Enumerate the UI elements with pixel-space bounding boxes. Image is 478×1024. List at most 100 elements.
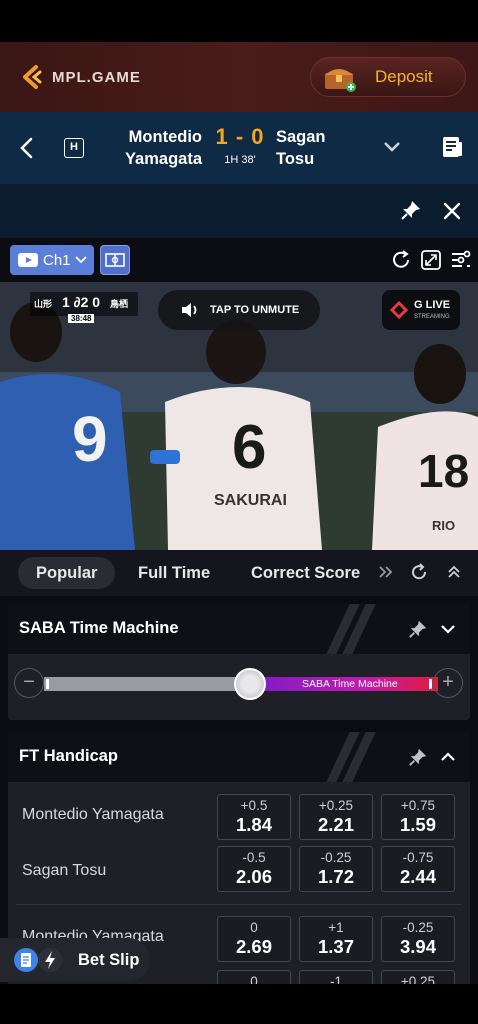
settings-sliders-icon[interactable] — [450, 250, 472, 270]
bet-slip-button[interactable]: Bet Slip — [0, 938, 150, 982]
jersey-name-right: RIO — [432, 518, 456, 533]
refresh-icon[interactable] — [390, 249, 412, 271]
g-live-badge: G LIVE STREAMING — [382, 290, 460, 330]
odds-price: 3.94 — [399, 936, 436, 957]
pin-icon[interactable] — [408, 747, 428, 767]
handicap-line: 0 — [250, 920, 258, 935]
handicap-line: +0.75 — [400, 798, 436, 813]
odds-button[interactable]: +0.5 1.84 — [217, 794, 291, 840]
odds-price: 1.59 — [399, 814, 436, 835]
odds-price: 1.84 — [235, 814, 272, 835]
overlay-clock: 38:48 — [68, 314, 95, 323]
away-team-name: Sagan Tosu — [276, 126, 326, 170]
back-arrow-icon[interactable] — [18, 136, 36, 160]
close-icon[interactable] — [442, 201, 462, 221]
match-header: H Montedio Yamagata 1 - 0 1H 38' Sagan T… — [0, 112, 478, 184]
g-live-sub-label: STREAMING — [414, 314, 450, 320]
handicap-line: +0.25 — [318, 798, 354, 813]
status-bar — [0, 0, 478, 42]
odds-price: 2.06 — [235, 866, 272, 887]
tap-to-unmute-button[interactable]: TAP TO UNMUTE — [158, 290, 320, 330]
unmute-label: TAP TO UNMUTE — [210, 304, 300, 316]
away-team-line1: Sagan — [276, 128, 326, 146]
pin-icon[interactable] — [400, 199, 422, 221]
jersey-number-center: 6 — [232, 413, 267, 482]
odds-button[interactable]: -0.25 1.72 — [299, 846, 373, 892]
live-video[interactable]: 9 6 SAKURAI 18 RIO 山形 1 ∂2 0 鳥栖 38:48 TA… — [0, 282, 478, 550]
reload-icon[interactable] — [410, 563, 428, 586]
team-label: Montedio Yamagata — [22, 806, 164, 823]
chevron-down-icon[interactable] — [440, 622, 456, 634]
chevron-up-icon[interactable] — [440, 750, 456, 762]
g-live-logo-icon — [390, 301, 408, 319]
overlay-away-team: 鳥栖 — [110, 299, 129, 309]
handicap-line: -0.5 — [242, 850, 266, 865]
jersey-number-right: 18 — [418, 445, 470, 497]
tab-popular[interactable]: Popular — [18, 557, 116, 589]
handicap-line: +0.5 — [240, 798, 268, 813]
tab-correct-score[interactable]: Correct Score — [233, 557, 369, 589]
pin-icon[interactable] — [408, 619, 428, 639]
time-machine-header[interactable]: SABA Time Machine — [8, 604, 470, 654]
scoreboard-icon[interactable] — [440, 134, 464, 160]
collapse-all-icon[interactable] — [446, 564, 462, 585]
bet-slip-icons — [12, 946, 64, 974]
handicap-line: -0.75 — [402, 850, 434, 865]
pitch-view-button[interactable] — [100, 245, 130, 275]
home-team-line2: Yamagata — [124, 150, 202, 168]
time-slider-handle[interactable] — [234, 668, 266, 700]
match-score: 1 - 0 — [215, 124, 265, 149]
odds-price: 1.72 — [317, 866, 354, 887]
mpl-logo-icon — [20, 64, 46, 90]
odds-price: 2.44 — [399, 866, 436, 887]
odds-button[interactable]: -0.25 3.94 — [381, 916, 455, 962]
handicap-line: -0.25 — [402, 920, 434, 935]
more-tabs-icon[interactable] — [378, 565, 394, 584]
time-machine-title: SABA Time Machine — [19, 619, 179, 637]
app-header: MPL.GAME Deposit — [0, 42, 478, 112]
channel-label: Ch1 — [43, 251, 71, 269]
time-slider-track[interactable] — [44, 677, 250, 691]
overlay-home-team: 山形 — [34, 299, 53, 309]
jersey-number-left: 9 — [72, 403, 108, 475]
odds-price: 2.69 — [235, 936, 272, 957]
odds-button[interactable]: +0.75 1.59 — [381, 794, 455, 840]
overlay-score: 1 ∂2 0 — [62, 294, 101, 310]
broadcast-score-overlay: 山形 1 ∂2 0 鳥栖 38:48 — [30, 292, 138, 323]
odds-button[interactable]: +1 1.37 — [299, 916, 373, 962]
jersey-name-center: SAKURAI — [214, 492, 287, 509]
fullscreen-icon[interactable] — [420, 249, 442, 271]
odds-button[interactable]: 0 2.69 — [217, 916, 291, 962]
speaker-icon — [182, 303, 197, 317]
bet-slip-label: Bet Slip — [78, 950, 140, 969]
time-machine-range-label: SABA Time Machine — [302, 678, 398, 690]
match-clock: 1H 38' — [224, 154, 256, 166]
home-team-line1: Montedio — [128, 128, 202, 146]
youtube-icon — [18, 253, 38, 267]
ft-handicap-header[interactable]: FT Handicap — [8, 732, 470, 782]
tab-full-time[interactable]: Full Time — [120, 557, 228, 589]
away-team-line2: Tosu — [276, 150, 315, 168]
system-nav-bar — [0, 984, 478, 1024]
treasure-chest-icon — [323, 63, 357, 92]
channel-select[interactable]: Ch1 — [10, 245, 94, 275]
odds-button[interactable]: -0.75 2.44 — [381, 846, 455, 892]
team-label: Sagan Tosu — [22, 862, 107, 879]
group-divider — [16, 904, 462, 905]
ft-handicap-title: FT Handicap — [19, 747, 119, 765]
deposit-button[interactable]: Deposit — [310, 57, 466, 97]
home-team-name: Montedio Yamagata — [125, 126, 202, 170]
deposit-label: Deposit — [375, 67, 433, 86]
odds-price: 1.37 — [317, 936, 354, 957]
handicap-line: +1 — [328, 920, 344, 935]
time-machine-range: SABA Time Machine — [250, 677, 438, 691]
odds-price: 2.21 — [317, 814, 354, 835]
brand-name: MPL.GAME — [52, 68, 141, 86]
zoom-in-button[interactable]: + — [433, 668, 463, 698]
odds-button[interactable]: -0.5 2.06 — [217, 846, 291, 892]
home-badge: H — [64, 138, 84, 158]
zoom-out-button[interactable]: − — [14, 668, 44, 698]
handicap-line: -0.25 — [320, 850, 352, 865]
odds-button[interactable]: +0.25 2.21 — [299, 794, 373, 840]
chevron-down-icon[interactable] — [382, 140, 402, 154]
